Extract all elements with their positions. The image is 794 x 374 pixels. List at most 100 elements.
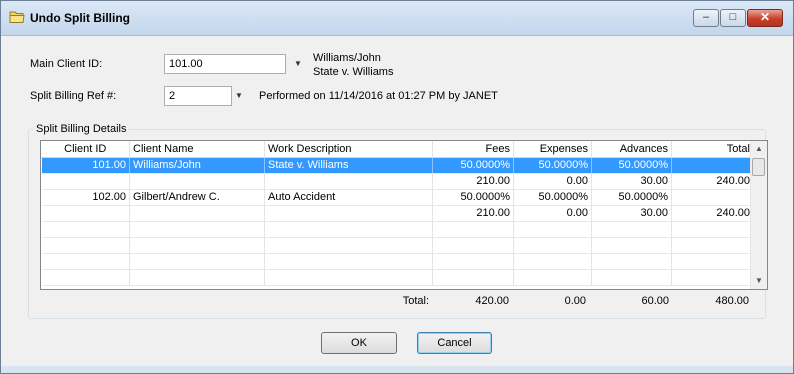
cell-fees: 50.0000% xyxy=(432,157,514,174)
table-row[interactable] xyxy=(41,253,754,270)
cell-fees: 210.00 xyxy=(432,205,514,222)
cell-client-id xyxy=(41,221,130,238)
cell-expenses: 50.0000% xyxy=(513,157,592,174)
table-row[interactable] xyxy=(41,221,754,238)
cell-total xyxy=(671,189,754,206)
cell-fees xyxy=(432,221,514,238)
cell-expenses: 0.00 xyxy=(513,173,592,190)
col-work-description[interactable]: Work Description xyxy=(264,141,433,158)
cell-fees xyxy=(432,269,514,286)
cell-advances: 30.00 xyxy=(591,173,672,190)
cell-expenses: 50.0000% xyxy=(513,189,592,206)
split-ref-input[interactable]: 2 xyxy=(164,86,232,106)
cell-client-name xyxy=(129,237,265,254)
minimize-button[interactable]: – xyxy=(693,9,719,27)
client-matter-text: State v. Williams xyxy=(313,66,394,78)
total-label: Total: xyxy=(402,295,429,307)
scroll-up-icon[interactable]: ▲ xyxy=(751,141,767,157)
cell-advances: 50.0000% xyxy=(591,189,672,206)
window-bottom-strip xyxy=(1,366,793,373)
cell-client-id xyxy=(41,173,130,190)
cell-total: 240.00 xyxy=(671,205,754,222)
scroll-thumb[interactable] xyxy=(752,158,765,176)
cell-advances: 30.00 xyxy=(591,205,672,222)
table-header: Client ID Client Name Work Description F… xyxy=(41,141,754,158)
maximize-button[interactable]: □ xyxy=(720,9,746,27)
split-ref-label: Split Billing Ref #: xyxy=(30,90,117,102)
cell-client-name xyxy=(129,173,265,190)
cell-work-description xyxy=(264,253,433,270)
cell-client-name xyxy=(129,253,265,270)
undo-split-billing-dialog: Undo Split Billing – □ ✕ Main Client ID:… xyxy=(0,0,794,374)
cell-expenses xyxy=(513,221,592,238)
cell-client-id: 101.00 xyxy=(41,157,130,174)
cell-advances: 50.0000% xyxy=(591,157,672,174)
cell-client-name: Williams/John xyxy=(129,157,265,174)
col-client-id[interactable]: Client ID xyxy=(41,141,130,158)
cell-client-id xyxy=(41,253,130,270)
cell-work-description xyxy=(264,269,433,286)
total-grand: 480.00 xyxy=(715,295,749,307)
cell-work-description: State v. Williams xyxy=(264,157,433,174)
cell-fees: 50.0000% xyxy=(432,189,514,206)
cell-client-name xyxy=(129,221,265,238)
group-label: Split Billing Details xyxy=(36,123,127,135)
total-advances: 60.00 xyxy=(641,295,669,307)
close-button[interactable]: ✕ xyxy=(747,9,783,27)
close-icon: ✕ xyxy=(759,10,771,24)
col-total[interactable]: Total xyxy=(671,141,754,158)
col-advances[interactable]: Advances xyxy=(591,141,672,158)
total-expenses: 0.00 xyxy=(564,295,586,307)
cell-fees: 210.00 xyxy=(432,173,514,190)
cell-client-id xyxy=(41,269,130,286)
cell-work-description xyxy=(264,173,433,190)
cell-client-id: 102.00 xyxy=(41,189,130,206)
chevron-down-icon[interactable]: ▼ xyxy=(293,54,303,74)
cell-fees xyxy=(432,253,514,270)
total-fees: 420.00 xyxy=(475,295,509,307)
table-row[interactable] xyxy=(41,269,754,286)
cell-total xyxy=(671,269,754,286)
table-row[interactable]: 102.00 Gilbert/Andrew C. Auto Accident 5… xyxy=(41,189,754,206)
cell-total xyxy=(671,253,754,270)
cell-work-description xyxy=(264,221,433,238)
table-row[interactable]: 101.00 Williams/John State v. Williams 5… xyxy=(41,157,754,174)
cell-expenses xyxy=(513,237,592,254)
cell-client-name xyxy=(129,205,265,222)
cell-client-name xyxy=(129,269,265,286)
cell-expenses xyxy=(513,269,592,286)
minimize-icon: – xyxy=(702,11,710,23)
cell-client-id xyxy=(41,237,130,254)
cell-work-description xyxy=(264,205,433,222)
col-client-name[interactable]: Client Name xyxy=(129,141,265,158)
split-billing-grid[interactable]: Client ID Client Name Work Description F… xyxy=(40,140,768,290)
cell-total xyxy=(671,157,754,174)
cell-client-name: Gilbert/Andrew C. xyxy=(129,189,265,206)
table-row[interactable]: 210.00 0.00 30.00 240.00 xyxy=(41,173,754,190)
window-title: Undo Split Billing xyxy=(30,11,130,25)
main-client-input[interactable]: 101.00 xyxy=(164,54,286,74)
cell-advances xyxy=(591,221,672,238)
cell-total: 240.00 xyxy=(671,173,754,190)
chevron-down-icon[interactable]: ▼ xyxy=(234,86,244,106)
ok-button[interactable]: OK xyxy=(321,332,397,354)
performed-text: Performed on 11/14/2016 at 01:27 PM by J… xyxy=(259,90,498,102)
cell-advances xyxy=(591,269,672,286)
vertical-scrollbar[interactable]: ▲ ▼ xyxy=(750,141,767,289)
cell-advances xyxy=(591,253,672,270)
cancel-button[interactable]: Cancel xyxy=(417,332,492,354)
table-row[interactable] xyxy=(41,237,754,254)
scroll-down-icon[interactable]: ▼ xyxy=(751,273,767,289)
cell-client-id xyxy=(41,205,130,222)
col-fees[interactable]: Fees xyxy=(432,141,514,158)
cell-expenses xyxy=(513,253,592,270)
cell-work-description xyxy=(264,237,433,254)
client-name-text: Williams/John xyxy=(313,52,381,64)
cell-advances xyxy=(591,237,672,254)
folder-icon xyxy=(9,11,25,23)
cell-fees xyxy=(432,237,514,254)
col-expenses[interactable]: Expenses xyxy=(513,141,592,158)
table-row[interactable]: 210.00 0.00 30.00 240.00 xyxy=(41,205,754,222)
title-bar[interactable]: Undo Split Billing – □ ✕ xyxy=(1,1,793,36)
cell-total xyxy=(671,237,754,254)
